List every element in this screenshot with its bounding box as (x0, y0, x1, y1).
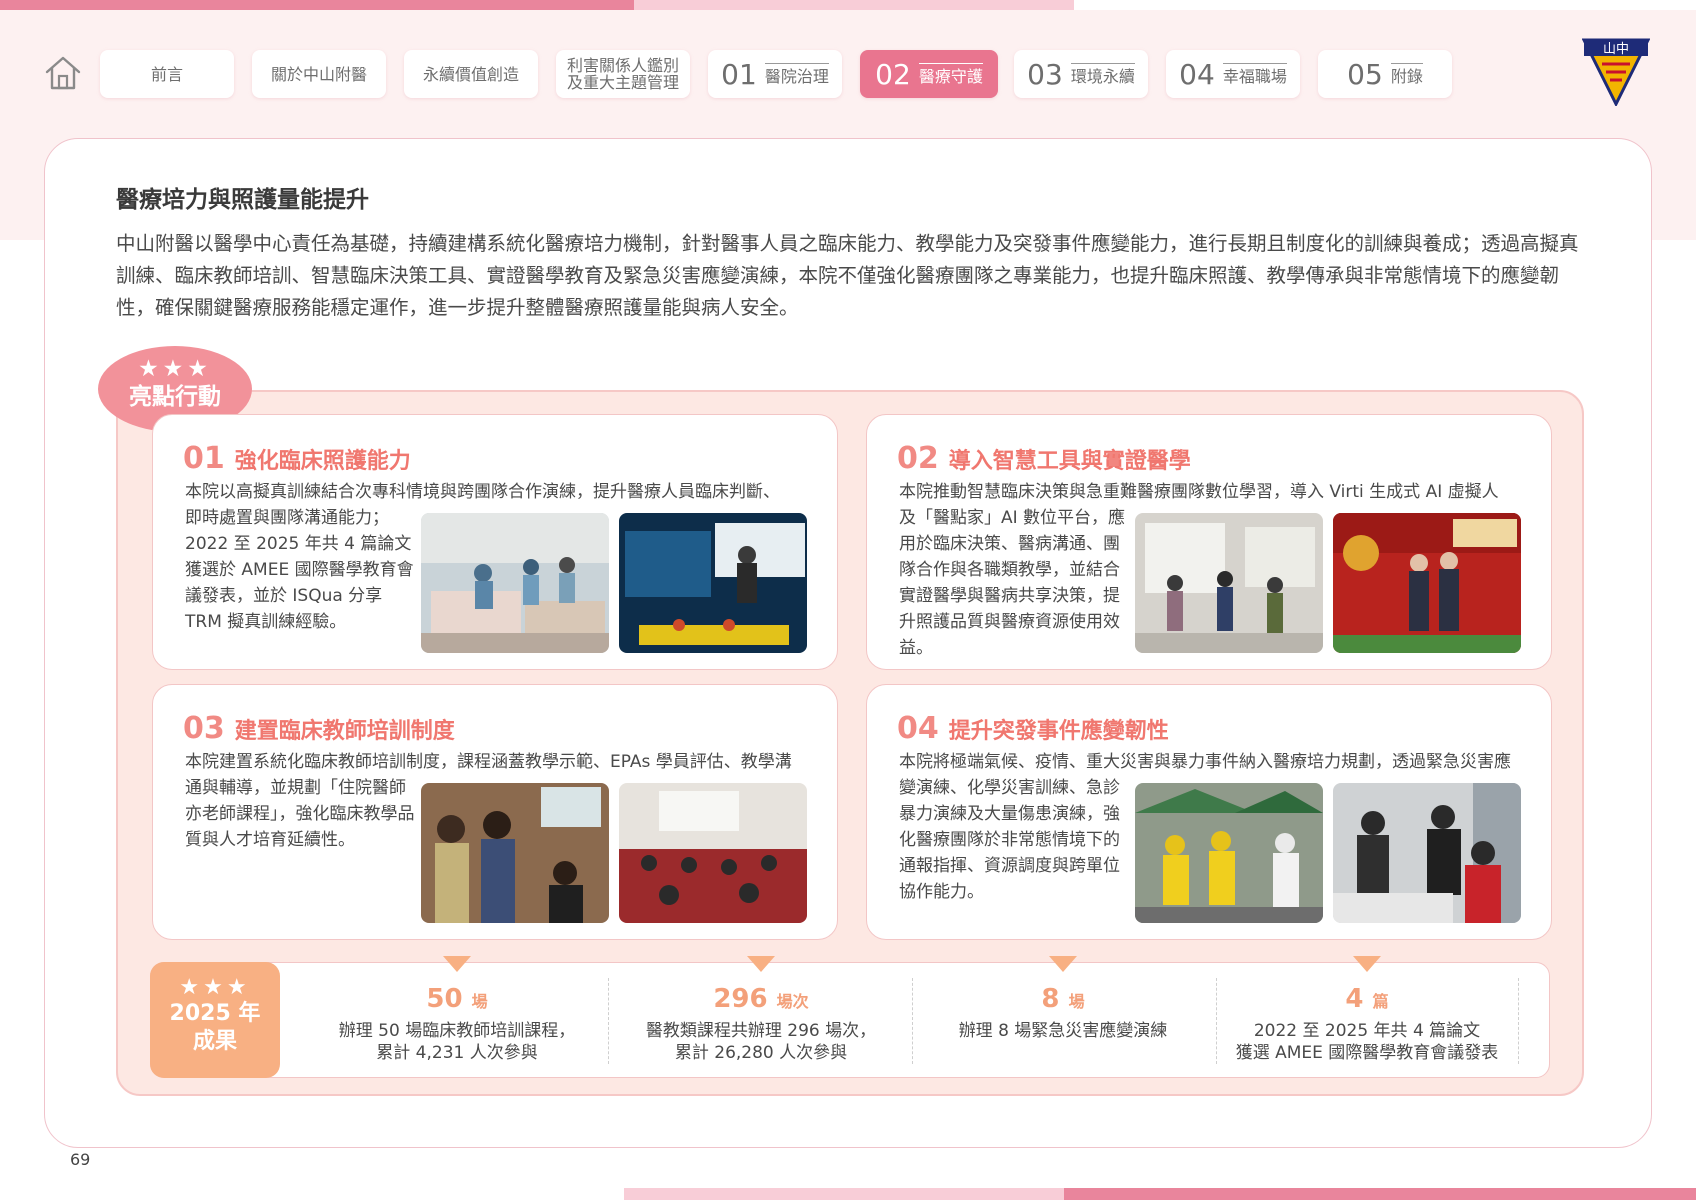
result-description: 辦理 50 場臨床教師培訓課程， 累計 4,231 人次參與 (338, 1021, 576, 1063)
pointer-triangle-icon (747, 956, 775, 972)
card-heading: 建置臨床教師培訓制度 (234, 719, 455, 744)
card-desc-line: 本院建置系統化臨床教師培訓制度，課程涵蓋教學示範、EPAs 學員評估、教學溝 (185, 752, 792, 772)
result-unit: 場次 (776, 992, 809, 1011)
nav-label: 永續價值創造 (422, 64, 519, 84)
home-icon[interactable] (44, 54, 82, 92)
simulation-training-photo (421, 513, 609, 653)
highlight-badge-label: 亮點行動 (129, 384, 221, 410)
nav-chapter-02[interactable]: 02 醫療守護 (860, 50, 998, 98)
card-desc-body: 通與輔導，並規劃「住院醫師亦老師課程」，強化臨床教學品質與人才培育延續性。 (185, 778, 415, 850)
card-desc-body: 即時處置與團隊溝通能力；2022 至 2025 年共 4 篇論文獲選於 AMEE… (185, 508, 414, 632)
card-desc-line: 本院將極端氣候、疫情、重大災害與暴力事件納入醫療培力規劃，透過緊急災害應 (899, 752, 1511, 772)
card-title: 03 建置臨床教師培訓制度 (183, 711, 455, 746)
teacher-training-photo (421, 783, 609, 923)
card-desc-body: 及「醫點家」AI 數位平台，應用於臨床決策、醫病溝通、團隊合作與各職類教學，並結… (899, 508, 1126, 658)
chapter-label: 醫院治理 (764, 63, 829, 85)
results-label: 成果 (192, 1029, 237, 1054)
logo-text: 山中 (1603, 42, 1629, 57)
emergency-drill-photo (1333, 783, 1521, 923)
card-number: 03 (183, 711, 225, 746)
card-desc-body: 變演練、化學災害訓練、急診暴力演練及大量傷患演練，強化醫療團隊於非常態情境下的通… (899, 778, 1120, 902)
nav-about[interactable]: 關於中山附醫 (252, 50, 386, 98)
nav-label: 關於中山附醫 (270, 64, 367, 84)
chapter-number: 05 (1347, 57, 1383, 91)
bottom-accent-bar (1064, 1188, 1696, 1200)
card-number: 04 (897, 711, 939, 746)
divider (912, 978, 913, 1064)
conference-presentation-photo (619, 513, 807, 653)
chapter-label: 附錄 (1390, 63, 1423, 85)
nav-stakeholders[interactable]: 利害關係人鑑別 及重大主題管理 (556, 50, 690, 98)
group-discussion-photo (1135, 513, 1323, 653)
section-title: 醫療培力與照護量能提升 (116, 187, 369, 213)
divider (1518, 978, 1519, 1064)
nav-chapter-05[interactable]: 05 附錄 (1318, 50, 1452, 98)
chapter-label: 幸福職場 (1222, 63, 1287, 85)
card-heading: 提升突發事件應變韌性 (948, 719, 1169, 744)
result-item: 50 場 辦理 50 場臨床教師培訓課程， 累計 4,231 人次參與 (312, 956, 602, 1078)
classroom-lecture-photo (619, 783, 807, 923)
card-desc-line: 本院以高擬真訓練結合次專科情境與跨團隊合作演練，提升醫療人員臨床判斷、 (185, 482, 780, 502)
divider (1216, 978, 1217, 1064)
divider (608, 978, 609, 1064)
chapter-label: 環境永續 (1070, 63, 1135, 85)
highlight-card-04: 04 提升突發事件應變韌性 本院將極端氣候、疫情、重大災害與暴力事件納入醫療培力… (866, 684, 1552, 940)
star-icons: ★★★ (138, 356, 212, 382)
nav-sustainable-value[interactable]: 永續價值創造 (404, 50, 538, 98)
result-description: 2022 至 2025 年共 4 篇論文 獲選 AMEE 國際醫學教育會議發表 (1235, 1021, 1499, 1063)
result-item: 4 篇 2022 至 2025 年共 4 篇論文 獲選 AMEE 國際醫學教育會… (1222, 956, 1512, 1078)
highlight-card-03: 03 建置臨床教師培訓制度 本院建置系統化臨床教師培訓制度，課程涵蓋教學示範、E… (152, 684, 838, 940)
card-title: 02 導入智慧工具與實證醫學 (897, 441, 1191, 476)
star-icons: ★★★ (179, 975, 251, 1000)
result-unit: 篇 (1372, 992, 1389, 1011)
hazmat-drill-photo (1135, 783, 1323, 923)
nav-label: 利害關係人鑑別 及重大主題管理 (566, 56, 679, 92)
top-accent-bar (0, 0, 634, 10)
results-year: 2025 年 (169, 1001, 261, 1026)
result-description: 辦理 8 場緊急災害應變演練 (958, 1021, 1168, 1041)
card-heading: 導入智慧工具與實證醫學 (948, 449, 1191, 474)
highlight-card-01: 01 強化臨床照護能力 本院以高擬真訓練結合次專科情境與跨團隊合作演練，提升醫療… (152, 414, 838, 670)
chapter-number: 04 (1179, 57, 1215, 91)
hospital-logo: 山中 (1582, 38, 1650, 106)
chapter-label: 醫療守護 (918, 63, 983, 85)
card-title: 04 提升突發事件應變韌性 (897, 711, 1169, 746)
award-ceremony-photo (1333, 513, 1521, 653)
result-value: 50 (426, 984, 463, 1014)
card-heading: 強化臨床照護能力 (234, 449, 411, 474)
result-description: 醫教類課程共辦理 296 場次， 累計 26,280 人次參與 (645, 1021, 877, 1063)
result-item: 296 場次 醫教類課程共辦理 296 場次， 累計 26,280 人次參與 (616, 956, 906, 1078)
result-unit: 場 (471, 992, 488, 1011)
pointer-triangle-icon (1353, 956, 1381, 972)
nav-label: 前言 (150, 64, 183, 84)
card-number: 01 (183, 441, 225, 476)
nav-preface[interactable]: 前言 (100, 50, 234, 98)
result-value: 8 (1041, 984, 1060, 1014)
pointer-triangle-icon (443, 956, 471, 972)
result-unit: 場 (1068, 992, 1085, 1011)
bottom-accent-bar-light (624, 1188, 1064, 1200)
pointer-triangle-icon (1049, 956, 1077, 972)
chapter-number: 02 (875, 57, 911, 91)
nav-chapter-01[interactable]: 01 醫院治理 (708, 50, 842, 98)
result-value: 296 (713, 984, 768, 1014)
results-badge: ★★★ 2025 年 成果 (150, 962, 280, 1078)
card-title: 01 強化臨床照護能力 (183, 441, 411, 476)
chapter-number: 01 (721, 57, 757, 91)
result-item: 8 場 辦理 8 場緊急災害應變演練 (918, 956, 1208, 1078)
top-accent-bar-light (634, 0, 1074, 10)
highlight-card-02: 02 導入智慧工具與實證醫學 本院推動智慧臨床決策與急重難醫療團隊數位學習，導入… (866, 414, 1552, 670)
section-intro: 中山附醫以醫學中心責任為基礎，持續建構系統化醫療培力機制，針對醫事人員之臨床能力… (116, 232, 1579, 319)
card-desc-line: 本院推動智慧臨床決策與急重難醫療團隊數位學習，導入 Virti 生成式 AI 虛… (899, 482, 1499, 502)
page-number: 69 (70, 1150, 91, 1169)
result-value: 4 (1345, 984, 1364, 1014)
card-number: 02 (897, 441, 939, 476)
nav-chapter-03[interactable]: 03 環境永續 (1014, 50, 1148, 98)
chapter-number: 03 (1027, 57, 1063, 91)
nav-chapter-04[interactable]: 04 幸福職場 (1166, 50, 1300, 98)
